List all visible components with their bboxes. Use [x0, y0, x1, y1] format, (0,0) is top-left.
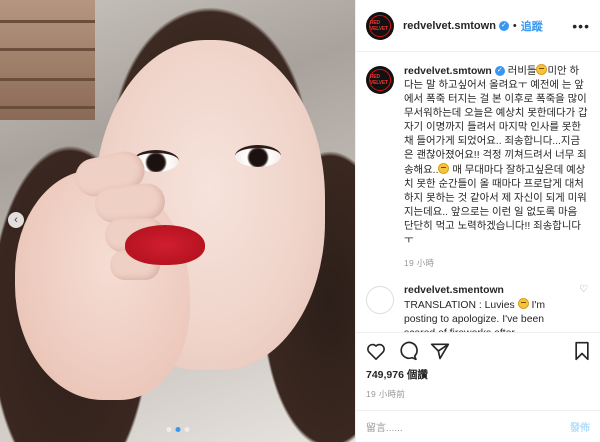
- comment-item: redvelvet.smentown TRANSLATION : Luvies …: [366, 284, 588, 332]
- separator-dot: •: [512, 19, 517, 32]
- caption-text-part-2: 매 무대마다 잘하고싶은데 예상치 못한 순간들이 올 때마다 프로답게 대처하…: [404, 165, 587, 246]
- sad-face-emoji-icon: [438, 163, 450, 174]
- carousel-dot[interactable]: [184, 427, 189, 432]
- comment-author-link[interactable]: redvelvet.smentown: [404, 285, 504, 296]
- like-heart-icon[interactable]: [366, 342, 386, 363]
- post-viewer: ‹ RED VELVET redvelvet.smtown ✓ • 追蹤 •••…: [0, 0, 600, 442]
- comment-body: redvelvet.smentown TRANSLATION : Luvies …: [404, 284, 573, 332]
- comment-input[interactable]: 留言......: [366, 419, 403, 434]
- post-timestamp: 19 小時前: [366, 389, 406, 399]
- sad-face-emoji-icon: [536, 64, 548, 75]
- hand: [15, 148, 190, 400]
- action-icons: [366, 339, 590, 365]
- caption-author-link[interactable]: redvelvet.smtown: [404, 66, 492, 77]
- verified-badge-icon: ✓: [498, 20, 509, 31]
- carousel-dot[interactable]: [166, 427, 171, 432]
- more-options-icon[interactable]: •••: [572, 18, 590, 34]
- carousel-dot-active[interactable]: [175, 427, 180, 432]
- right-eye: [235, 145, 281, 167]
- avatar-logo: RED VELVET: [369, 14, 391, 37]
- post-actions: 749,976 個讚 19 小時前: [356, 332, 600, 400]
- comments-section[interactable]: RED VELVET redvelvet.smtown ✓ 러비들 미안 하다는 말 …: [356, 52, 600, 332]
- verified-badge-icon: ✓: [494, 66, 505, 77]
- comment-avatar[interactable]: [366, 286, 394, 314]
- sad-face-emoji-icon: [517, 298, 529, 309]
- post-photo[interactable]: ‹: [0, 0, 355, 442]
- post-side-panel: RED VELVET redvelvet.smtown ✓ • 追蹤 ••• R…: [355, 0, 600, 442]
- caption-text-part-1: 미안 하다는 말 하고싶어서 올려요ㅜ 예전에 는 앞에서 폭죽 터지는 걸 본…: [404, 66, 590, 176]
- likes-count[interactable]: 749,976 個讚: [366, 367, 590, 382]
- username-link[interactable]: redvelvet.smtown: [403, 20, 496, 32]
- avatar[interactable]: RED VELVET: [366, 11, 394, 40]
- comment-bubble-icon[interactable]: [398, 341, 418, 364]
- lips: [125, 225, 205, 265]
- caption-body: redvelvet.smtown ✓ 러비들 미안 하다는 말 하고싶어서 올려요ㅜ …: [404, 64, 588, 270]
- comment-like-heart-icon[interactable]: ♡: [573, 284, 588, 332]
- caption-text-intro: 러비들: [507, 66, 537, 77]
- avatar-logo: RED VELVET: [369, 69, 391, 91]
- comment-text-part-1: TRANSLATION : Luvies: [404, 300, 518, 311]
- caption-avatar[interactable]: RED VELVET: [366, 66, 394, 94]
- caption-time: 19 小時: [404, 258, 435, 268]
- post-comment-button[interactable]: 發佈: [570, 419, 590, 434]
- carousel-dots: [166, 427, 189, 432]
- chevron-left-icon: ‹: [14, 214, 18, 226]
- share-icon[interactable]: [430, 341, 450, 364]
- add-comment-bar: 留言...... 發佈: [356, 410, 600, 442]
- caption: RED VELVET redvelvet.smtown ✓ 러비들 미안 하다는 말 …: [366, 64, 588, 270]
- post-header: RED VELVET redvelvet.smtown ✓ • 追蹤 •••: [356, 0, 600, 52]
- previous-photo-button[interactable]: ‹: [8, 212, 24, 228]
- follow-button[interactable]: 追蹤: [521, 18, 543, 34]
- bookmark-icon[interactable]: [574, 341, 590, 364]
